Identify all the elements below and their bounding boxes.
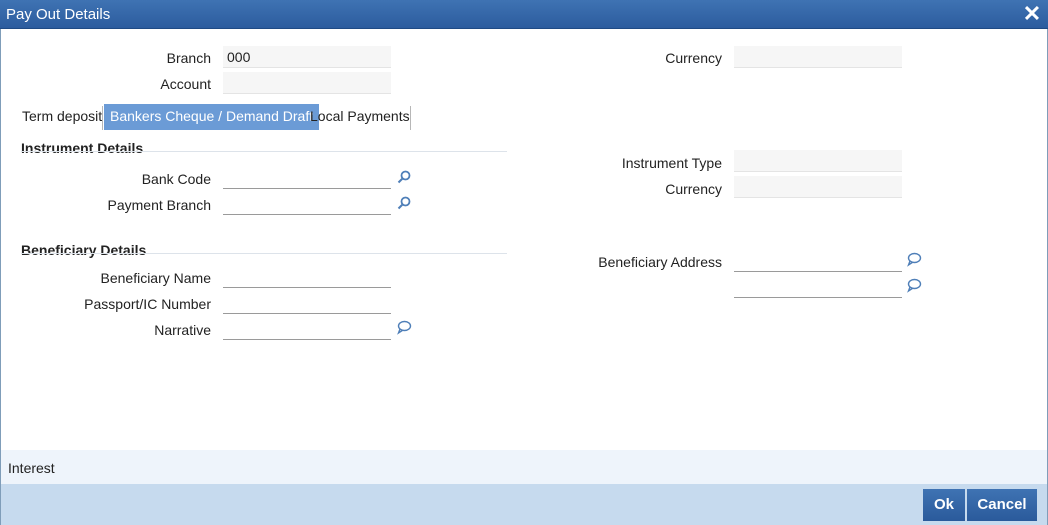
section-divider xyxy=(21,151,507,152)
speech-bubble-icon[interactable] xyxy=(906,251,922,267)
footer-button-bar xyxy=(1,484,1047,525)
tab-bankers-cheque[interactable]: Bankers Cheque / Demand Draft xyxy=(104,104,320,130)
payment-branch-input[interactable] xyxy=(223,193,391,215)
currency-field[interactable] xyxy=(734,46,902,68)
search-icon[interactable] xyxy=(396,169,412,185)
ok-button[interactable]: Ok xyxy=(923,489,965,521)
instrument-type-field[interactable] xyxy=(734,150,902,172)
tab-divider xyxy=(102,106,103,130)
narrative-label: Narrative xyxy=(154,322,211,338)
instrument-type-label: Instrument Type xyxy=(621,155,722,171)
window-title: Pay Out Details xyxy=(6,6,111,23)
branch-field[interactable]: 000 xyxy=(223,46,391,68)
narrative-input[interactable] xyxy=(223,318,391,340)
currency-label: Currency xyxy=(665,50,722,66)
instrument-currency-field[interactable] xyxy=(734,176,902,198)
instrument-details-heading: Instrument Details xyxy=(21,140,144,156)
passport-label: Passport/IC Number xyxy=(84,296,211,312)
title-bar: Pay Out Details ✕ xyxy=(0,0,1048,29)
section-divider xyxy=(21,253,507,254)
tab-term-deposit[interactable]: Term deposit xyxy=(16,104,108,130)
close-icon[interactable]: ✕ xyxy=(1022,3,1042,25)
bank-code-input[interactable] xyxy=(223,167,391,189)
account-label: Account xyxy=(160,76,211,92)
speech-bubble-icon[interactable] xyxy=(396,319,412,335)
beneficiary-name-input[interactable] xyxy=(223,266,391,288)
beneficiary-address-line2[interactable] xyxy=(734,276,902,298)
cancel-button[interactable]: Cancel xyxy=(967,489,1037,521)
search-icon[interactable] xyxy=(396,195,412,211)
account-field[interactable] xyxy=(223,72,391,94)
speech-bubble-icon[interactable] xyxy=(906,277,922,293)
beneficiary-address-label: Beneficiary Address xyxy=(598,254,722,270)
payment-branch-label: Payment Branch xyxy=(107,197,212,213)
beneficiary-details-heading: Beneficiary Details xyxy=(21,242,147,258)
beneficiary-address-line1[interactable] xyxy=(734,250,902,272)
interest-link[interactable]: Interest xyxy=(8,460,55,476)
interest-bar: Interest xyxy=(1,450,1047,484)
tab-local-payments[interactable]: Local Payments xyxy=(304,104,416,130)
beneficiary-name-label: Beneficiary Name xyxy=(100,270,212,286)
bank-code-label: Bank Code xyxy=(141,171,211,187)
instrument-currency-label: Currency xyxy=(665,181,722,197)
passport-input[interactable] xyxy=(223,292,391,314)
branch-label: Branch xyxy=(166,50,211,66)
tab-divider xyxy=(410,106,411,130)
